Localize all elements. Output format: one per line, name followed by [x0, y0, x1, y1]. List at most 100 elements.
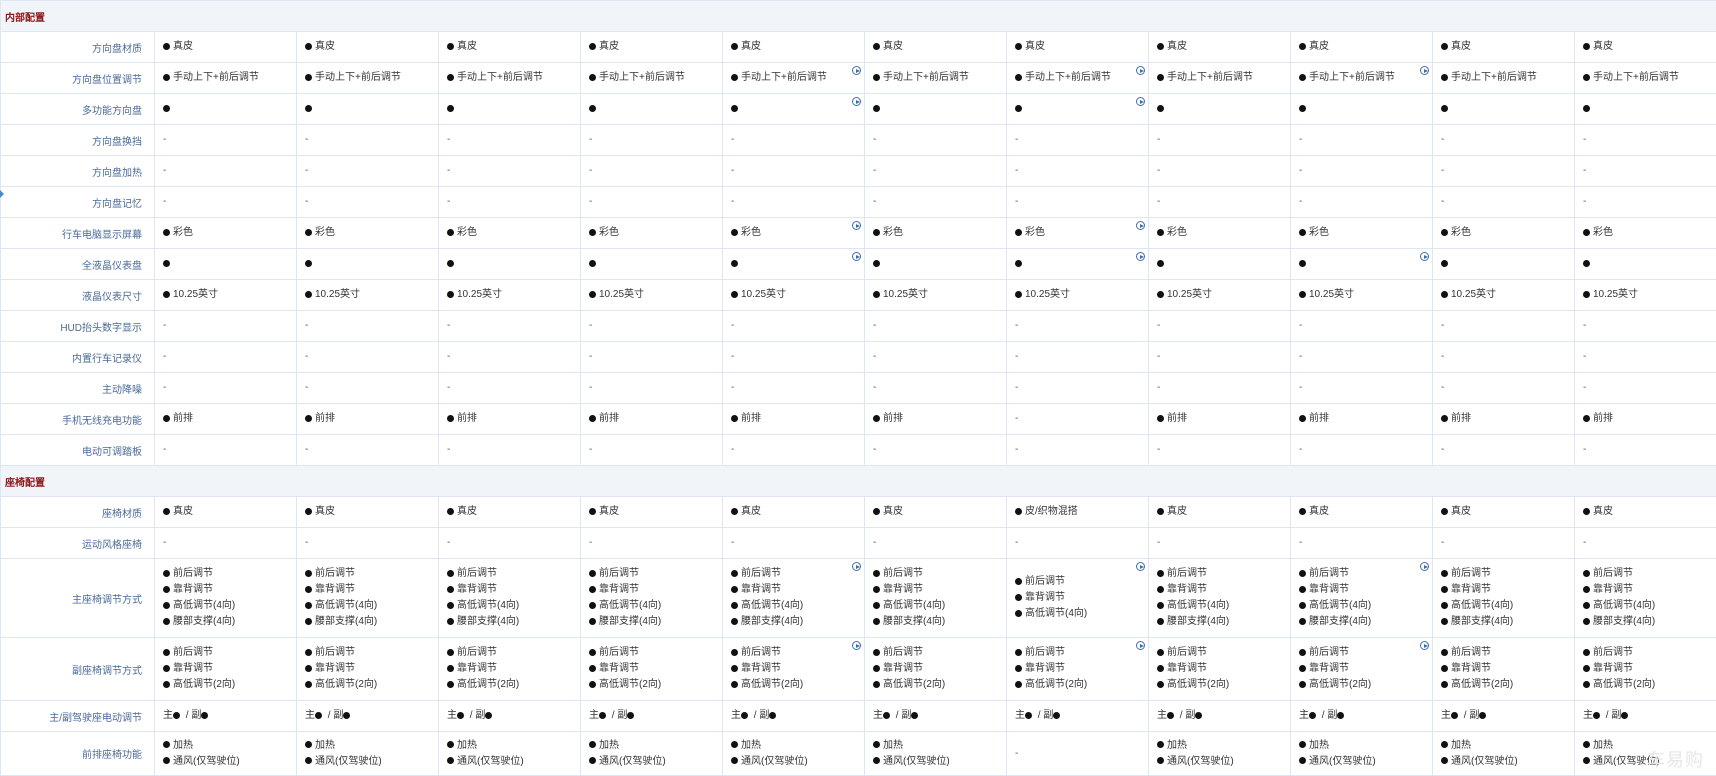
play-video-icon[interactable] [1420, 641, 1429, 650]
play-video-icon[interactable] [852, 97, 861, 106]
play-video-icon[interactable] [1136, 221, 1145, 230]
spec-value: - [163, 444, 167, 455]
spec-value: 前后调节 [1015, 574, 1148, 590]
spec-value: - [447, 196, 451, 207]
play-video-icon[interactable] [1136, 252, 1145, 261]
bullet-icon [1157, 104, 1164, 112]
spec-value: 靠背调节 [1157, 661, 1290, 677]
spec-value: 高低调节(4向) [1441, 598, 1574, 614]
play-video-icon[interactable] [852, 562, 861, 571]
bullet-icon [1015, 42, 1022, 50]
play-video-icon[interactable] [852, 221, 861, 230]
bullet-icon [1479, 711, 1487, 719]
spec-value: 高低调节(2向) [163, 677, 296, 693]
spec-cell [1006, 248, 1149, 280]
spec-value: - [731, 320, 735, 331]
play-video-icon[interactable] [1420, 66, 1429, 75]
spec-cell: 主 / 副 [1006, 700, 1149, 732]
spec-value: - [1015, 537, 1019, 548]
bullet-icon [305, 73, 312, 81]
spec-value: - [1157, 320, 1161, 331]
bullet-icon [1583, 664, 1590, 672]
spec-value: 高低调节(4向) [589, 598, 722, 614]
spec-value: 前后调节 [1299, 645, 1432, 661]
spec-value: - [1299, 134, 1303, 145]
spec-value: 加热 [1157, 738, 1290, 754]
spec-value: 真皮 [1015, 39, 1148, 55]
spec-cell: 手动上下+前后调节 [296, 62, 439, 94]
play-video-icon[interactable] [1136, 641, 1145, 650]
spec-value: 高低调节(2向) [589, 677, 722, 693]
bullet-icon [873, 104, 880, 112]
bullet-icon [1157, 585, 1164, 593]
spec-row: 方向盘换挡 - - - - - - - - - - - [0, 124, 1716, 156]
spec-cell: 彩色 [1290, 217, 1433, 249]
bullet-icon [315, 711, 322, 719]
bullet-icon [731, 414, 738, 422]
spec-cell: - [864, 527, 1007, 559]
spec-label: 行车电脑显示屏幕 [0, 217, 155, 249]
spec-value: 高低调节(4向) [873, 598, 1006, 614]
spec-value: - [1583, 537, 1587, 548]
bullet-icon [1015, 664, 1022, 672]
spec-value: 通风(仅驾驶位) [589, 754, 722, 770]
bullet-icon [1583, 228, 1590, 236]
play-video-icon[interactable] [852, 66, 861, 75]
spec-cell: - [1006, 124, 1149, 156]
spec-value: 高低调节(4向) [1583, 598, 1716, 614]
spec-value: 10.25英寸 [1015, 287, 1148, 303]
spec-label: 主座椅调节方式 [0, 558, 155, 638]
spec-cell: - [1432, 434, 1575, 466]
spec-value: 靠背调节 [873, 582, 1006, 598]
bullet-icon [447, 104, 454, 112]
spec-value: - [1299, 351, 1303, 362]
spec-value: - [1015, 382, 1019, 393]
spec-row: 前排座椅功能 加热 通风(仅驾驶位) 加热 通风(仅驾驶位) 加热 通风(仅驾驶位) 加热 通风… [0, 731, 1716, 776]
spec-value [1583, 101, 1716, 117]
spec-label: 座椅材质 [0, 496, 155, 528]
spec-cell: 主 / 副 [1148, 700, 1291, 732]
play-video-icon[interactable] [852, 252, 861, 261]
spec-cell: - [1290, 372, 1433, 404]
spec-cell: 加热 通风(仅驾驶位) [580, 731, 723, 776]
play-video-icon[interactable] [1420, 252, 1429, 261]
play-video-icon[interactable] [1136, 562, 1145, 571]
bullet-icon [1299, 42, 1306, 50]
play-video-icon[interactable] [1136, 97, 1145, 106]
spec-value: 真皮 [305, 504, 438, 520]
spec-value: 高低调节(4向) [305, 598, 438, 614]
spec-cell: 加热 通风(仅驾驶位) [722, 731, 865, 776]
spec-cell: - [1006, 527, 1149, 559]
spec-cell: - [580, 527, 723, 559]
spec-value: - [873, 382, 877, 393]
play-video-icon[interactable] [1136, 66, 1145, 75]
spec-value: 手动上下+前后调节 [1015, 70, 1148, 86]
spec-value: 10.25英寸 [1299, 287, 1432, 303]
spec-cell: 前后调节 靠背调节 高低调节(4向) [1006, 558, 1149, 638]
spec-cell: - [722, 527, 865, 559]
spec-cell: 加热 通风(仅驾驶位) [438, 731, 581, 776]
bullet-icon [1015, 609, 1022, 617]
bullet-icon [873, 259, 880, 267]
play-video-icon[interactable] [852, 641, 861, 650]
bullet-icon [1441, 585, 1448, 593]
spec-value: - [731, 134, 735, 145]
spec-cell: - [722, 186, 865, 218]
spec-cell: 真皮 [154, 31, 297, 63]
bullet-icon [485, 711, 493, 719]
spec-cell: - [1148, 372, 1291, 404]
spec-cell: 彩色 [580, 217, 723, 249]
bullet-icon [873, 757, 880, 764]
spec-cell: - [296, 341, 439, 373]
spec-cell: - [1432, 341, 1575, 373]
spec-cell: 彩色 [296, 217, 439, 249]
spec-value: - [1299, 196, 1303, 207]
play-video-icon[interactable] [1420, 562, 1429, 571]
bullet-icon [1157, 617, 1164, 625]
spec-value: 真皮 [589, 504, 722, 520]
spec-value: 前后调节 [873, 645, 1006, 661]
spec-value: 主 / 副 [873, 708, 1006, 724]
spec-cell: 前后调节 靠背调节 高低调节(2向) [438, 637, 581, 701]
spec-value: - [1157, 382, 1161, 393]
spec-value: 主 / 副 [447, 708, 580, 724]
